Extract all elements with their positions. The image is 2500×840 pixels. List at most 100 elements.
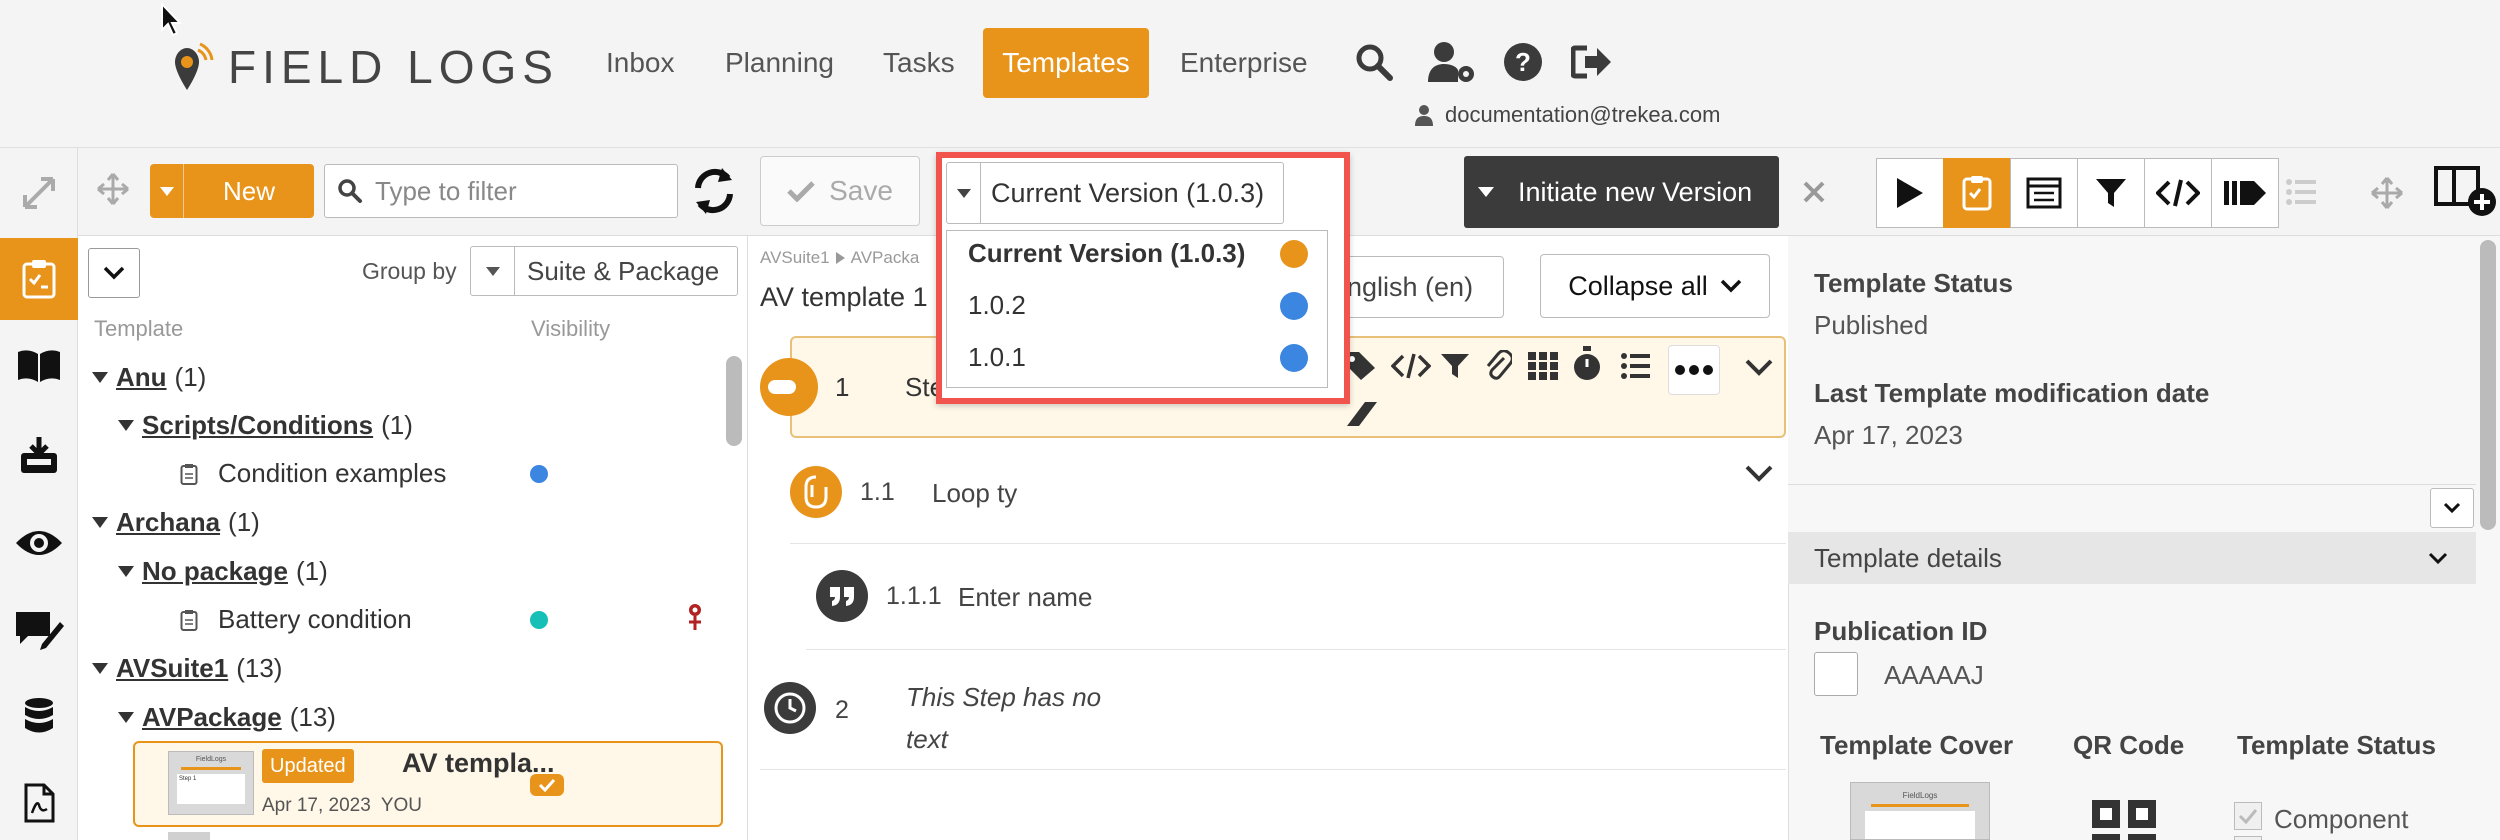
grid-icon[interactable] bbox=[1528, 352, 1558, 380]
preview-play-button[interactable] bbox=[1876, 158, 1944, 228]
nav-enterprise[interactable]: Enterprise bbox=[1158, 28, 1330, 98]
rail-pdf[interactable] bbox=[0, 762, 78, 840]
details-tab-button[interactable] bbox=[1943, 158, 2011, 228]
list-icon[interactable] bbox=[2286, 178, 2316, 206]
tree-package-avpackage[interactable]: AVPackage (13) bbox=[118, 702, 336, 733]
triangle-down-icon bbox=[92, 372, 108, 383]
search-icon[interactable] bbox=[1348, 36, 1400, 88]
step-text[interactable]: Loop ty bbox=[932, 478, 1017, 509]
move-handle-icon[interactable] bbox=[2370, 176, 2404, 210]
triangle-down-icon bbox=[92, 517, 108, 528]
template-details-header[interactable]: Template details bbox=[1788, 532, 2476, 584]
paperclip-icon[interactable] bbox=[1484, 350, 1512, 382]
publication-id-label: Publication ID bbox=[1814, 616, 1988, 646]
step-text[interactable]: This Step has no text bbox=[906, 676, 1101, 760]
pin-icon[interactable] bbox=[686, 602, 704, 632]
new-button-label: New bbox=[222, 175, 275, 206]
chevron-down-icon bbox=[2428, 552, 2448, 564]
nav-inbox[interactable]: Inbox bbox=[584, 28, 697, 98]
more-options-button[interactable] bbox=[1668, 345, 1720, 395]
thumb-brand: FieldLogs bbox=[195, 756, 227, 763]
card-owner: YOU bbox=[380, 795, 422, 816]
rail-view[interactable] bbox=[0, 502, 78, 584]
filter-icon[interactable] bbox=[1440, 352, 1470, 380]
thumb-page: Step 1 bbox=[177, 774, 245, 804]
status-expand-button[interactable] bbox=[2430, 488, 2474, 528]
group-by-select[interactable]: Suite & Package bbox=[470, 246, 738, 296]
expand-icon[interactable] bbox=[0, 152, 78, 234]
tree-collapse-toggle[interactable] bbox=[88, 248, 140, 298]
right-scrollbar[interactable] bbox=[2480, 240, 2496, 530]
step-row-1-1-1[interactable] bbox=[806, 544, 1786, 650]
rail-templates[interactable] bbox=[0, 238, 78, 320]
step-text[interactable]: Enter name bbox=[958, 582, 1092, 613]
nav-planning[interactable]: Planning bbox=[703, 28, 856, 98]
comment-edit-icon bbox=[16, 612, 64, 650]
tree-item-condition-examples[interactable]: Condition examples bbox=[180, 458, 446, 489]
list-database-icon[interactable] bbox=[1620, 352, 1650, 380]
tree-group-anu[interactable]: Anu (1) bbox=[92, 362, 206, 393]
code-button[interactable] bbox=[2144, 158, 2212, 228]
clipboard-icon bbox=[180, 463, 198, 485]
collapse-all-button[interactable]: Collapse all bbox=[1540, 254, 1770, 318]
rail-database[interactable] bbox=[0, 675, 78, 757]
refresh-icon[interactable] bbox=[690, 166, 738, 216]
user-email: documentation@trekea.com bbox=[1445, 102, 1721, 127]
code-icon[interactable] bbox=[1391, 352, 1431, 380]
nav-templates[interactable]: Templates bbox=[983, 28, 1149, 98]
template-status-column-label: Template Status bbox=[2237, 730, 2436, 760]
item-label: Condition examples bbox=[218, 458, 447, 488]
qr-code-icon[interactable] bbox=[2090, 798, 2158, 840]
triangle-down-icon bbox=[118, 712, 134, 723]
col-visibility-header: Visibility bbox=[531, 316, 611, 341]
breadcrumb-suite[interactable]: AVSuite1 bbox=[760, 248, 830, 268]
filter-button[interactable] bbox=[2077, 158, 2145, 228]
tree-group-avsuite1[interactable]: AVSuite1 (13) bbox=[92, 653, 282, 684]
stopwatch-icon[interactable] bbox=[1572, 346, 1602, 382]
template-cover-thumbnail[interactable]: FieldLogs bbox=[1850, 782, 1990, 840]
publication-id-value: AAAAAJ bbox=[1884, 660, 1984, 690]
tree-scrollbar[interactable] bbox=[726, 356, 742, 446]
publication-id-checkbox[interactable] bbox=[1814, 652, 1858, 696]
template-filter-input[interactable]: Type to filter bbox=[324, 164, 678, 218]
package-count: (13) bbox=[289, 702, 336, 732]
signature-icon[interactable] bbox=[1345, 398, 1381, 428]
logout-icon[interactable] bbox=[1566, 36, 1618, 88]
move-handle-icon[interactable] bbox=[96, 172, 130, 206]
package-name: AVPackage bbox=[142, 702, 282, 732]
tree-item-battery-condition[interactable]: Battery condition bbox=[180, 604, 412, 635]
save-button[interactable]: Save bbox=[760, 156, 920, 226]
chevron-down-icon[interactable] bbox=[1744, 464, 1774, 484]
package-name: No package bbox=[142, 556, 288, 586]
component-label: Component bbox=[2274, 804, 2409, 834]
clock-icon bbox=[764, 682, 816, 734]
next-checkbox bbox=[2234, 836, 2262, 840]
rail-comments[interactable] bbox=[0, 588, 78, 670]
col-template-header: Template bbox=[94, 316, 184, 341]
chevron-down-icon[interactable] bbox=[1744, 358, 1774, 378]
initiate-new-version-button[interactable]: Initiate new Version bbox=[1464, 156, 1779, 228]
app-logo[interactable]: FIELD LOGS bbox=[172, 38, 559, 96]
close-icon[interactable] bbox=[1802, 180, 1826, 204]
export-flow-button[interactable] bbox=[2211, 158, 2279, 228]
form-view-button[interactable] bbox=[2010, 158, 2078, 228]
tree-package-scripts[interactable]: Scripts/Conditions (1) bbox=[118, 410, 413, 441]
rail-inbox[interactable] bbox=[0, 415, 78, 497]
component-checkbox[interactable] bbox=[2234, 802, 2262, 830]
breadcrumb-package[interactable]: AVPacka bbox=[851, 248, 920, 268]
user-account[interactable]: documentation@trekea.com bbox=[1415, 102, 1720, 128]
group-count: (1) bbox=[174, 362, 207, 392]
tree-group-archana[interactable]: Archana (1) bbox=[92, 507, 260, 538]
group-count: (13) bbox=[236, 653, 283, 683]
search-icon bbox=[338, 179, 362, 203]
nav-tasks[interactable]: Tasks bbox=[861, 28, 977, 98]
step-text-line2: text bbox=[906, 724, 948, 754]
help-icon[interactable]: ? bbox=[1497, 36, 1549, 88]
rail-library[interactable] bbox=[0, 325, 78, 407]
new-template-button[interactable]: New bbox=[150, 164, 314, 218]
clipboard-check-icon bbox=[1962, 176, 1992, 211]
database-icon bbox=[25, 698, 53, 733]
add-panel-icon[interactable] bbox=[2434, 164, 2498, 218]
user-settings-icon[interactable] bbox=[1426, 36, 1478, 88]
tree-package-no-package[interactable]: No package (1) bbox=[118, 556, 328, 587]
